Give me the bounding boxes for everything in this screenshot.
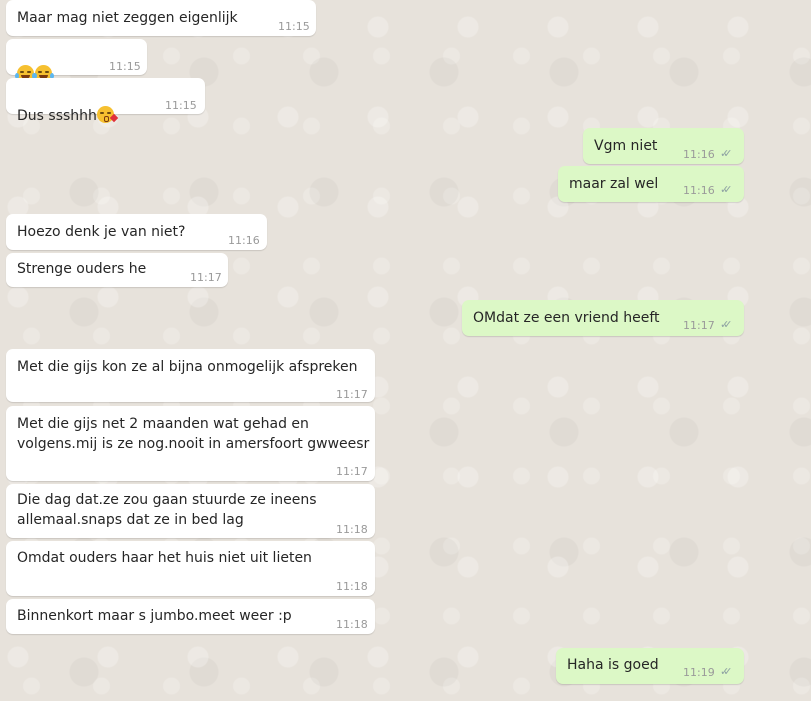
message-text-wrap: Dus ssshhh bbox=[17, 86, 119, 126]
message-time: 11:18 bbox=[336, 580, 368, 593]
message-text: maar zal wel bbox=[569, 176, 659, 192]
message-text: Vgm niet bbox=[594, 138, 658, 154]
message-time: 11:18 bbox=[336, 618, 368, 631]
message-bubble[interactable]: maar zal wel 11:16 ✓✓ bbox=[558, 166, 744, 202]
message-text: OMdat ze een vriend heeft bbox=[473, 310, 660, 326]
message-text: Haha is goed bbox=[567, 657, 659, 673]
message-text: Strenge ouders he bbox=[17, 261, 147, 277]
message-text: Met die gijs net 2 maanden wat gehad en … bbox=[17, 416, 370, 452]
message-bubble[interactable]: Strenge ouders he 11:17 bbox=[6, 253, 228, 287]
message-bubble[interactable]: Met die gijs net 2 maanden wat gehad en … bbox=[6, 406, 375, 481]
message-bubble[interactable]: Met die gijs kon ze al bijna onmogelijk … bbox=[6, 349, 375, 402]
message-time: 11:17 bbox=[336, 388, 368, 401]
message-time: 11:15 bbox=[109, 60, 141, 73]
message-text: Maar mag niet zeggen eigenlijk bbox=[17, 10, 238, 26]
message-text: Omdat ouders haar het huis niet uit liet… bbox=[17, 550, 312, 566]
message-time: 11:17 bbox=[336, 465, 368, 478]
message-bubble[interactable]: Maar mag niet zeggen eigenlijk 11:15 bbox=[6, 0, 316, 36]
message-bubble[interactable]: Binnenkort maar s jumbo.meet weer :p 11:… bbox=[6, 599, 375, 634]
message-bubble[interactable]: 11:15 bbox=[6, 39, 147, 82]
message-time: 11:16 bbox=[683, 184, 715, 197]
message-time: 11:19 bbox=[683, 666, 715, 679]
double-check-icon: ✓✓ bbox=[720, 183, 733, 196]
double-check-icon: ✓✓ bbox=[720, 318, 733, 331]
message-bubble[interactable]: Die dag dat.ze zou gaan stuurde ze ineen… bbox=[6, 484, 375, 538]
message-bubble[interactable]: Hoezo denk je van niet? 11:16 bbox=[6, 214, 267, 250]
message-bubble[interactable]: Vgm niet 11:16 ✓✓ bbox=[583, 128, 744, 164]
double-check-icon: ✓✓ bbox=[720, 147, 733, 160]
message-time: 11:16 bbox=[228, 234, 260, 247]
message-text: Binnenkort maar s jumbo.meet weer :p bbox=[17, 608, 292, 624]
double-check-icon: ✓✓ bbox=[720, 665, 733, 678]
message-bubble[interactable]: Dus ssshhh 11:15 bbox=[6, 78, 205, 124]
message-bubble[interactable]: OMdat ze een vriend heeft 11:17 ✓✓ bbox=[462, 300, 744, 336]
message-time: 11:17 bbox=[190, 271, 222, 284]
message-text: Dus ssshhh bbox=[17, 108, 97, 124]
message-time: 11:15 bbox=[278, 20, 310, 33]
message-bubble[interactable]: Omdat ouders haar het huis niet uit liet… bbox=[6, 541, 375, 596]
message-bubble[interactable]: Haha is goed 11:19 ✓✓ bbox=[556, 648, 744, 684]
face-blowing-kiss-icon bbox=[96, 106, 119, 123]
message-time: 11:16 bbox=[683, 148, 715, 161]
message-text: Hoezo denk je van niet? bbox=[17, 224, 186, 240]
chat-area: Maar mag niet zeggen eigenlijk 11:15 11:… bbox=[0, 0, 811, 701]
message-text: Die dag dat.ze zou gaan stuurde ze ineen… bbox=[17, 492, 317, 528]
message-time: 11:17 bbox=[683, 319, 715, 332]
message-time: 11:18 bbox=[336, 523, 368, 536]
message-text: Met die gijs kon ze al bijna onmogelijk … bbox=[17, 359, 358, 375]
message-time: 11:15 bbox=[165, 99, 197, 112]
